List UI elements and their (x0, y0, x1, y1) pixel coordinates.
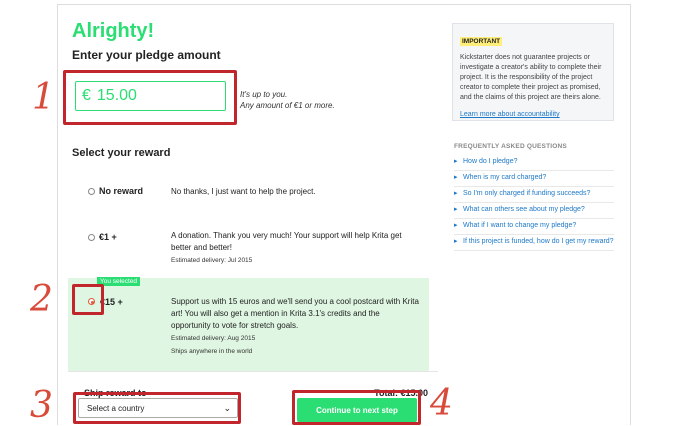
important-text: Kickstarter does not guarantee projects … (460, 54, 602, 101)
reward-description: Support us with 15 euros and we'll send … (171, 297, 419, 330)
annotation-number-4: 4 (430, 383, 453, 424)
annotation-box-continue (292, 390, 421, 425)
reward-description: No thanks, I just want to help the proje… (171, 187, 316, 196)
annotation-box-amount (63, 70, 237, 125)
reward-delivery: Estimated delivery: Jul 2015 (171, 257, 253, 264)
reward-radio[interactable] (88, 234, 95, 241)
faq-link[interactable]: When is my card charged? (454, 171, 614, 187)
faq-link[interactable]: How do I pledge? (454, 155, 614, 171)
reward-radio[interactable] (88, 188, 95, 195)
reward-delivery: Estimated delivery: Aug 2015 (171, 335, 256, 342)
reward-shipping: Ships anywhere in the world (171, 348, 253, 355)
faq-link[interactable]: What can others see about my pledge? (454, 203, 614, 219)
pledge-amount-heading: Enter your pledge amount (72, 48, 221, 62)
reward-amount: €1 + (99, 232, 117, 242)
faq-link[interactable]: So I'm only charged if funding succeeds? (454, 187, 614, 203)
faq-link[interactable]: If this project is funded, how do I get … (454, 235, 614, 251)
annotation-box-radio (72, 284, 104, 315)
page-title: Alrighty! (72, 20, 155, 42)
annotation-number-1: 1 (32, 77, 55, 118)
annotation-number-2: 2 (30, 279, 53, 320)
faq-list: How do I pledge? When is my card charged… (454, 155, 614, 251)
faq-heading: FREQUENTLY ASKED QUESTIONS (454, 143, 567, 150)
reward-amount: No reward (99, 186, 144, 196)
faq-link[interactable]: What if I want to change my pledge? (454, 219, 614, 235)
important-notice: IMPORTANT Kickstarter does not guarantee… (452, 23, 614, 121)
annotation-number-3: 3 (30, 385, 53, 426)
reward-option-none[interactable]: No reward No thanks, I just want to help… (68, 177, 429, 205)
important-title: IMPORTANT (460, 37, 503, 46)
pledge-hint: It's up to you. Any amount of €1 or more… (240, 90, 335, 110)
reward-description: A donation. Thank you very much! Your su… (171, 231, 402, 252)
reward-option-15[interactable]: You selected €15 + Support us with 15 eu… (68, 277, 429, 371)
reward-option-1[interactable]: €1 + A donation. Thank you very much! Yo… (68, 225, 429, 273)
pledge-page: Alrighty! Enter your pledge amount € 15.… (57, 4, 631, 425)
accountability-link[interactable]: Learn more about accountability (460, 111, 560, 118)
reward-heading: Select your reward (72, 147, 171, 159)
annotation-box-country (73, 392, 241, 424)
